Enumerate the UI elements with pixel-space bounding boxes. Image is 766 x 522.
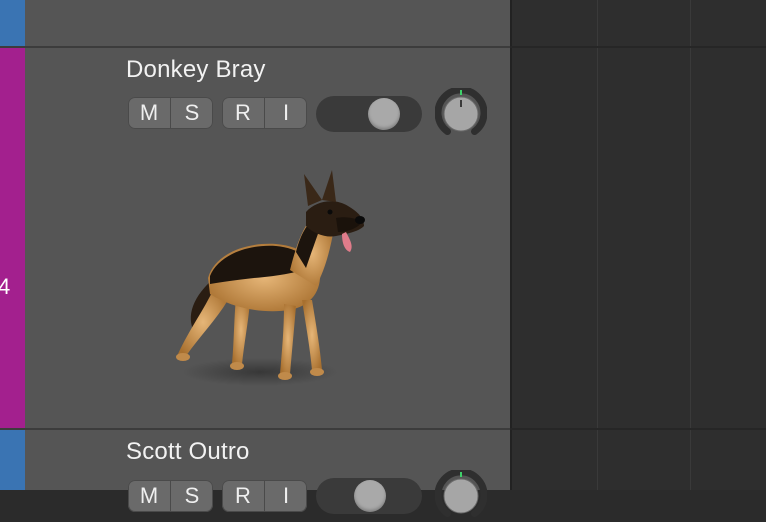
mute-solo-group: M S: [128, 480, 213, 512]
german-shepherd-dog-icon[interactable]: [150, 160, 380, 400]
volume-slider-thumb[interactable]: [354, 480, 386, 512]
record-input-group: R I: [222, 97, 307, 129]
track-divider: [0, 46, 510, 48]
timeline-divider: [510, 0, 512, 490]
input-monitoring-button[interactable]: I: [264, 97, 307, 129]
volume-slider[interactable]: [316, 478, 422, 514]
track-name[interactable]: Scott Outro: [126, 438, 250, 466]
solo-button[interactable]: S: [170, 97, 213, 129]
track-color-strip[interactable]: 4: [0, 48, 25, 428]
volume-slider[interactable]: [316, 96, 422, 132]
mute-solo-group: M S: [128, 97, 213, 129]
track-lane-divider: [510, 46, 766, 48]
solo-button[interactable]: S: [170, 480, 213, 512]
pan-knob[interactable]: [435, 470, 487, 522]
track-number: 4: [0, 274, 11, 299]
mute-button[interactable]: M: [128, 480, 170, 512]
track-divider: [0, 428, 510, 430]
bar-gridline: [597, 0, 598, 490]
record-enable-button[interactable]: R: [222, 480, 264, 512]
volume-slider-thumb[interactable]: [368, 98, 401, 130]
tracks-timeline-area[interactable]: [510, 0, 766, 490]
track-color-strip-next[interactable]: [0, 430, 25, 490]
track-color-strip-previous[interactable]: [0, 0, 25, 46]
input-monitoring-button[interactable]: I: [264, 480, 307, 512]
track-name[interactable]: Donkey Bray: [126, 56, 266, 84]
pan-knob[interactable]: [435, 88, 487, 140]
track-lane-divider: [510, 428, 766, 430]
track-header-list: 4 Donkey Bray M S R I Scott Outro M S R …: [0, 0, 510, 517]
bar-gridline: [690, 0, 691, 490]
record-input-group: R I: [222, 480, 307, 512]
record-enable-button[interactable]: R: [222, 97, 264, 129]
mute-button[interactable]: M: [128, 97, 170, 129]
